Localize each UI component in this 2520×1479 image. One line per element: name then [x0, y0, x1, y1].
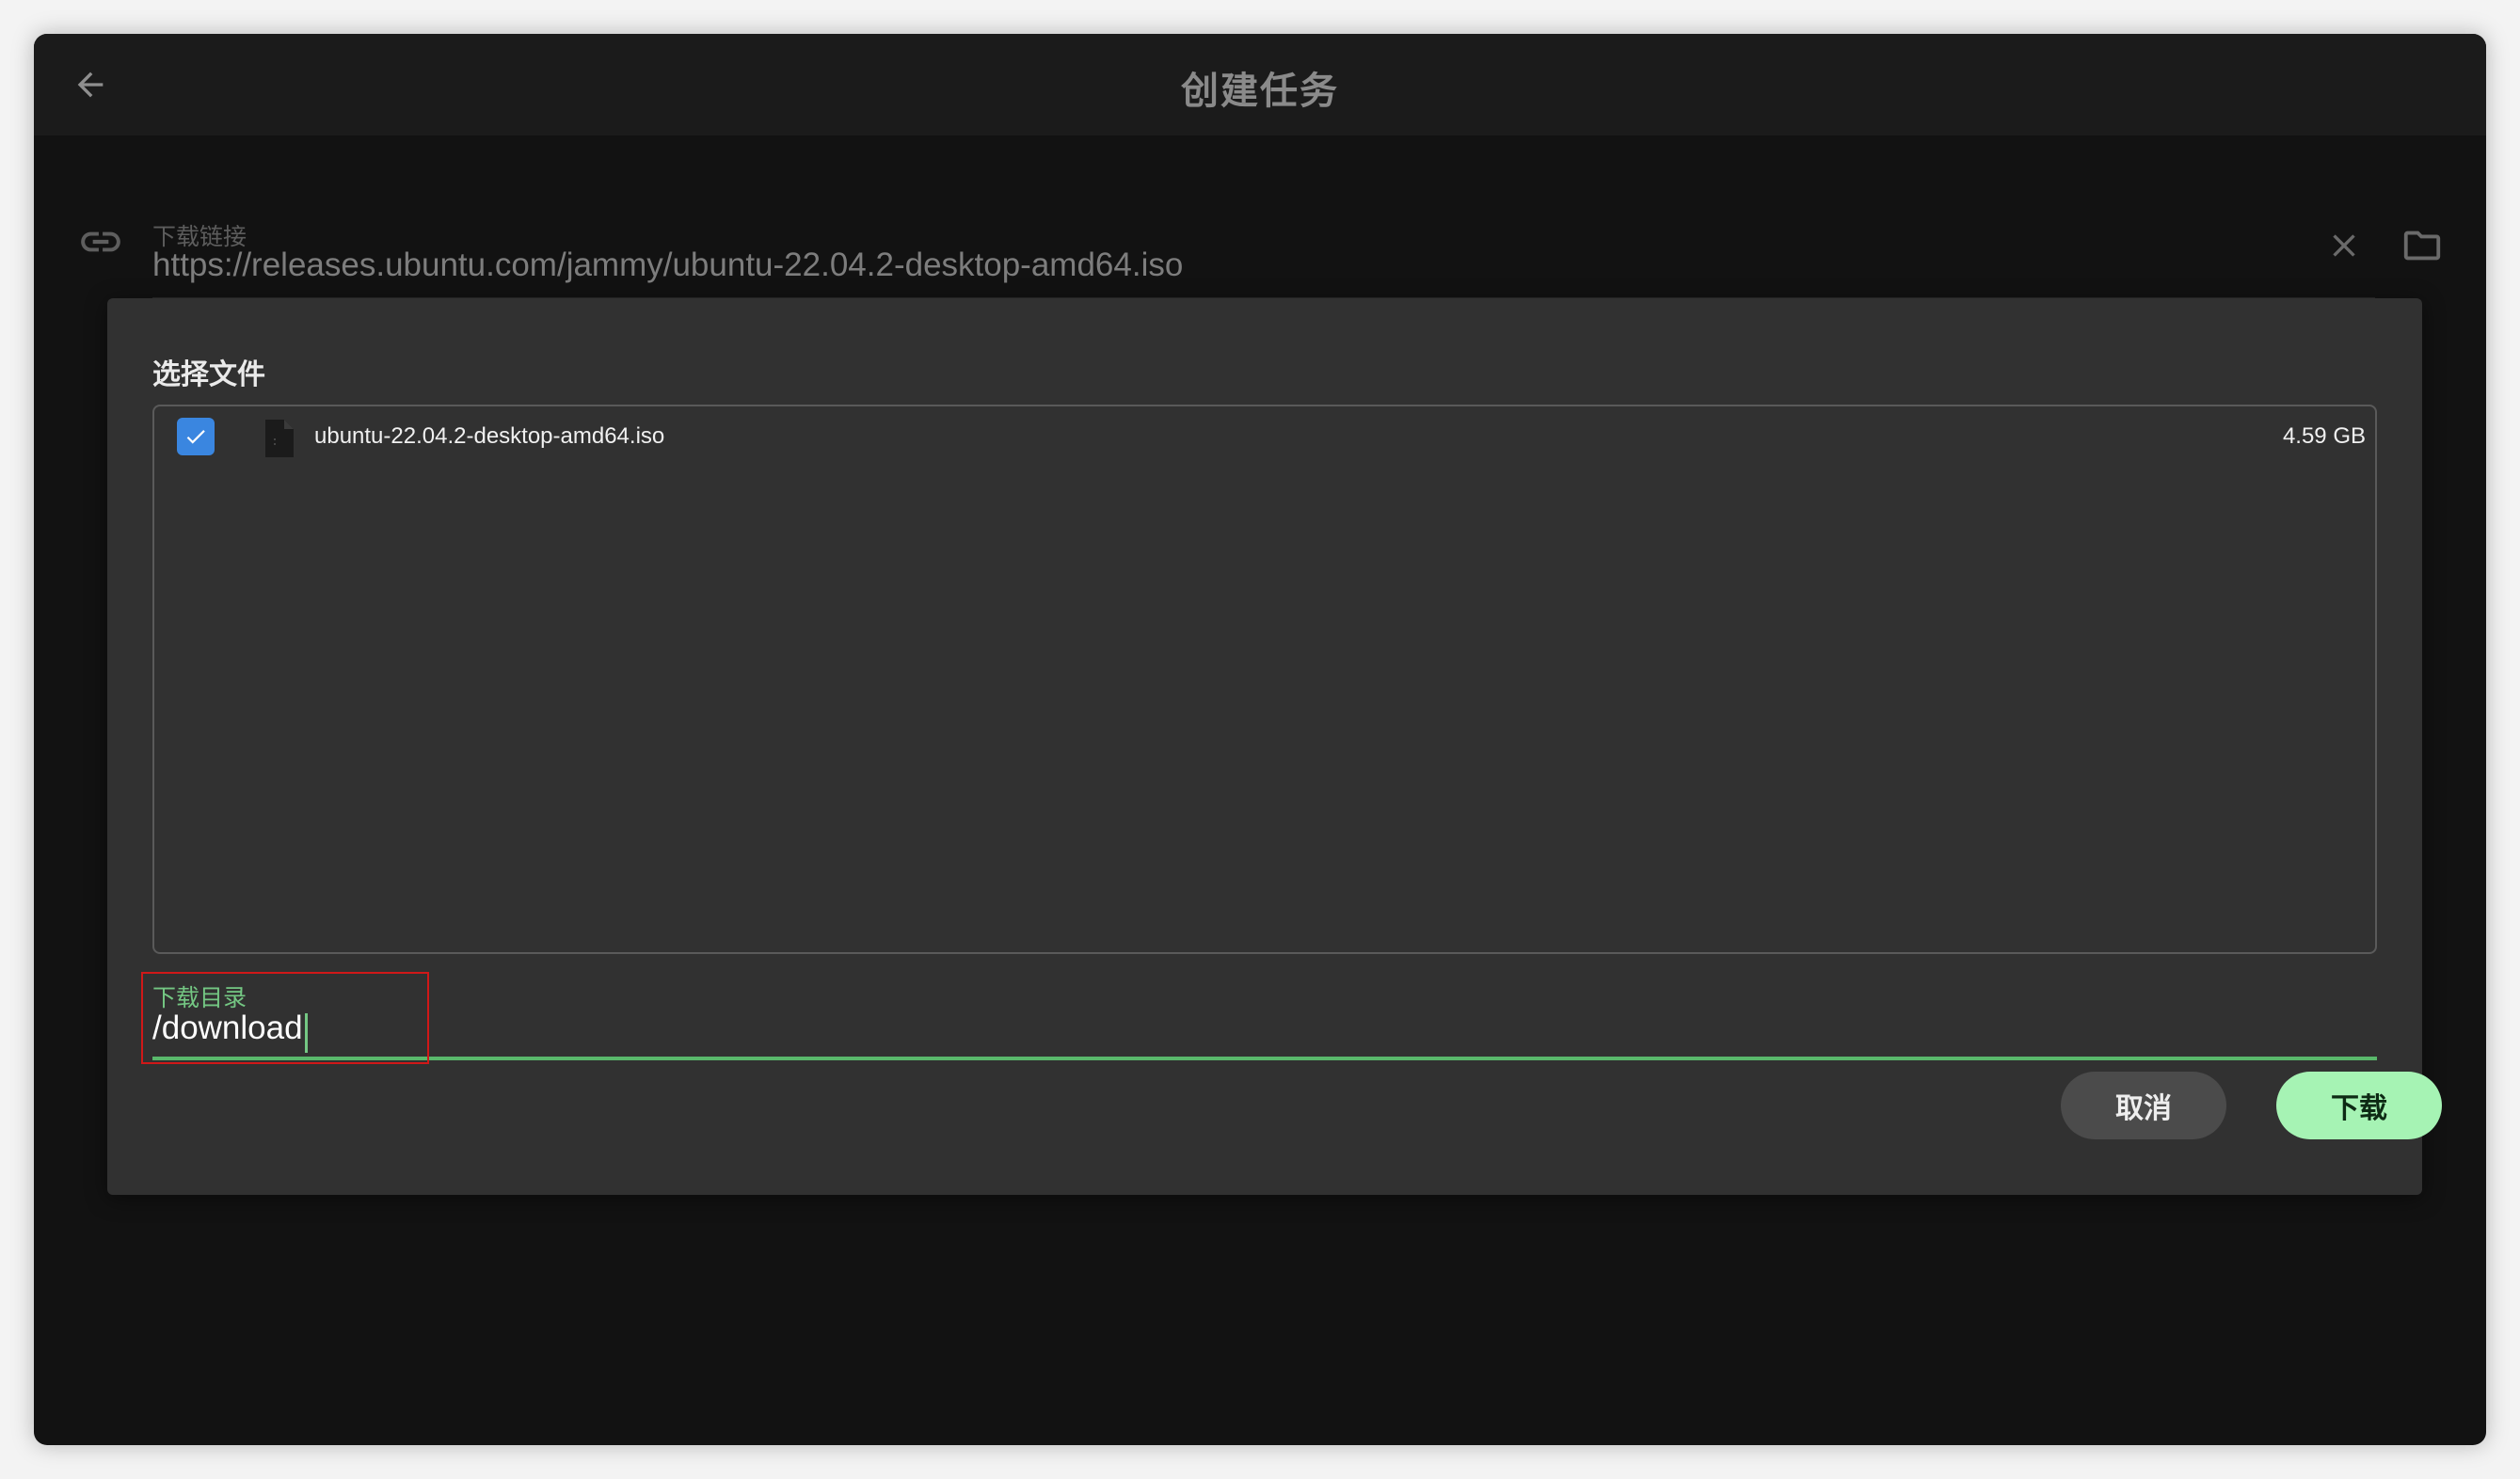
link-icon — [81, 231, 120, 252]
folder-icon — [2403, 231, 2441, 261]
file-checkbox[interactable] — [177, 418, 215, 455]
check-icon — [186, 430, 205, 444]
url-field: 下载链接 — [34, 135, 2486, 397]
download-directory-field: 下载目录 — [141, 972, 2377, 1070]
file-list: ubuntu-22.04.2-desktop-amd64.iso 4.59 GB — [152, 405, 2377, 954]
url-input[interactable] — [152, 241, 2317, 290]
select-files-dialog: 选择文件 ubuntu-22.04.2-desktop-amd64.iso 4.… — [107, 298, 2442, 1195]
browse-folder-button[interactable] — [2394, 220, 2450, 271]
clear-url-button[interactable] — [2319, 220, 2369, 271]
header-bar: 创建任务 — [34, 34, 2486, 135]
file-name: ubuntu-22.04.2-desktop-amd64.iso — [314, 423, 665, 449]
dialog-title: 选择文件 — [152, 358, 265, 391]
download-button[interactable]: 下载 — [2276, 1072, 2442, 1139]
cancel-button[interactable]: 取消 — [2061, 1072, 2226, 1139]
file-icon — [265, 420, 294, 457]
close-icon — [2333, 234, 2355, 257]
file-size: 4.59 GB — [2282, 423, 2366, 449]
directory-underline — [152, 1057, 2377, 1060]
file-row[interactable]: ubuntu-22.04.2-desktop-amd64.iso 4.59 GB — [154, 406, 2375, 467]
app-window: 创建任务 下载链接 选择文件 — [34, 34, 2486, 1445]
highlight-box — [141, 972, 429, 1064]
page-title: 创建任务 — [1181, 70, 1339, 113]
